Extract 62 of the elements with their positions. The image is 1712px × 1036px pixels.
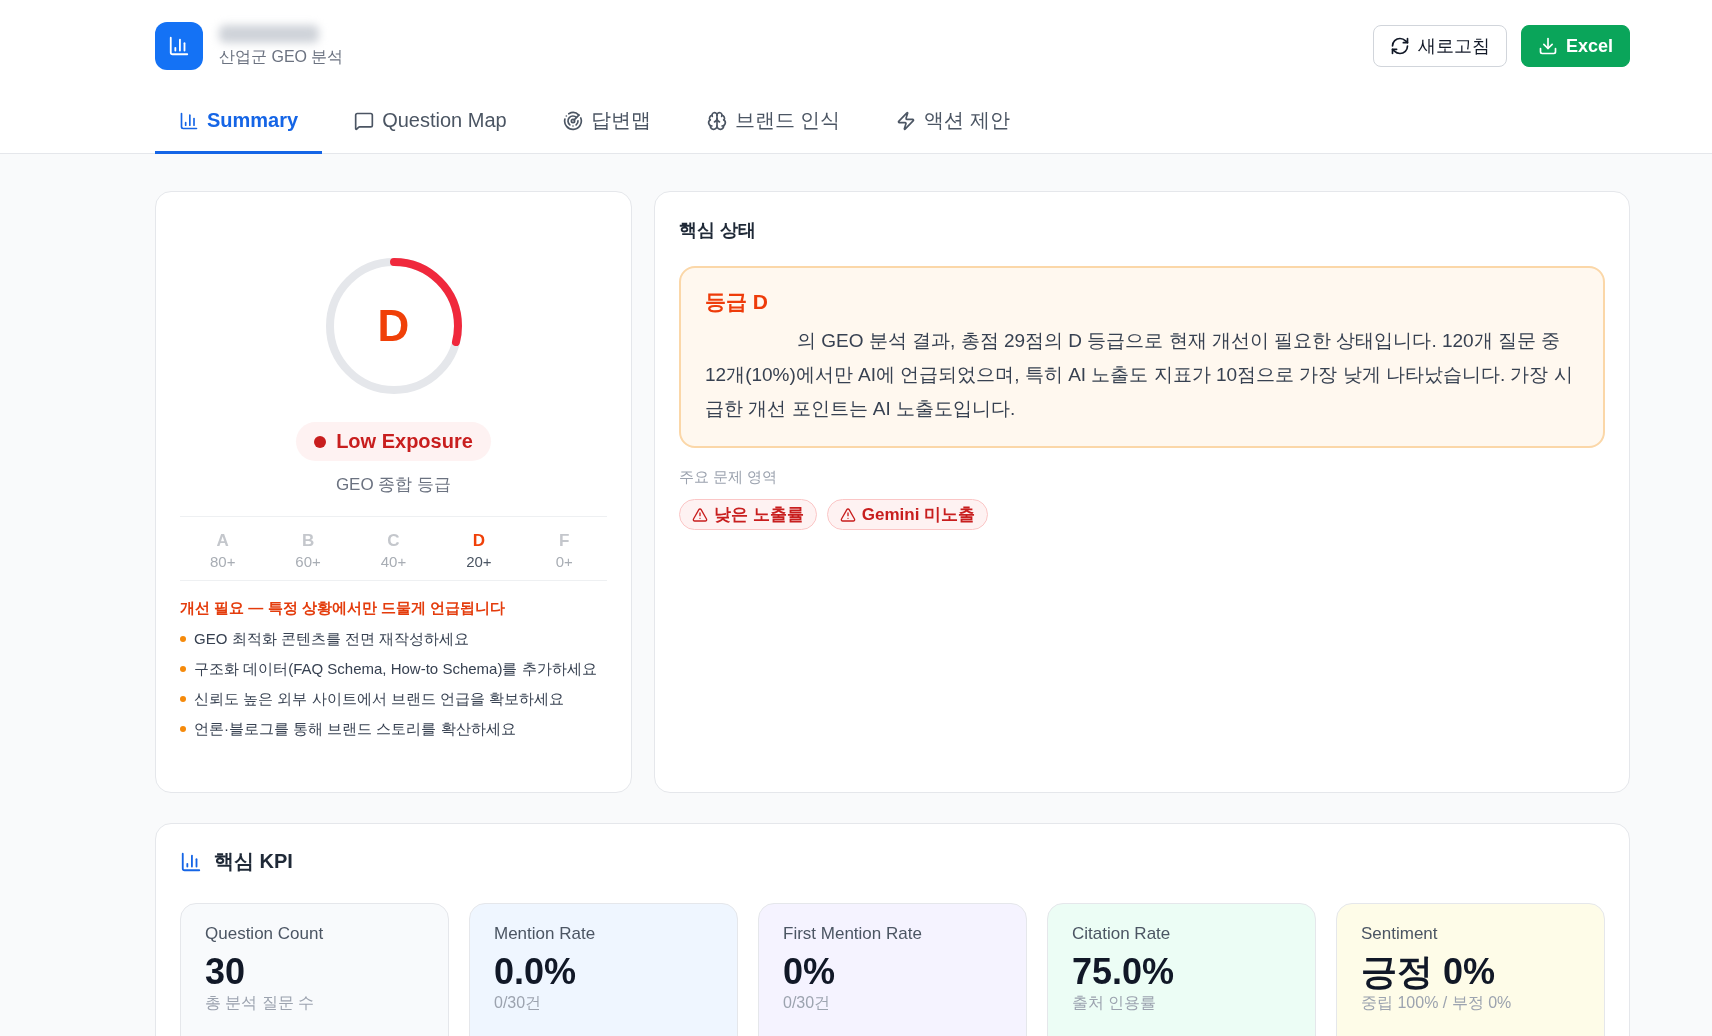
alert-title: 등급 D xyxy=(705,289,769,315)
grade-threshold: 0+ xyxy=(555,553,573,570)
app-logo xyxy=(155,22,203,70)
kpi-note: 출처 인용률 xyxy=(1072,994,1158,1012)
kpi-label: First Mention Rate xyxy=(783,924,923,944)
kpi-label: Question Count xyxy=(205,924,325,944)
grade-label: D xyxy=(472,531,485,551)
tab[interactable]: 답변맵 xyxy=(538,90,675,154)
bullet-icon xyxy=(180,696,186,702)
grade-label: B xyxy=(301,531,315,551)
chart-icon xyxy=(179,110,199,131)
grade-letter: D xyxy=(377,304,410,348)
speech-bubble-icon xyxy=(354,110,375,131)
issue-tag: Gemini 미노출 xyxy=(826,499,989,530)
kpi-note: 총 분석 질문 수 xyxy=(205,994,316,1012)
kpi-value: 0% xyxy=(783,952,837,992)
bullet-icon xyxy=(180,666,186,672)
kpi-note: 중립 100% / 부정 0% xyxy=(1361,994,1513,1012)
grade-threshold: 20+ xyxy=(466,553,492,570)
tab[interactable]: 브랜드 인식 xyxy=(682,90,865,154)
kpi-note: 0/30건 xyxy=(783,994,832,1012)
refresh-button[interactable]: 새로고침 xyxy=(1372,25,1507,67)
grade-label: F xyxy=(559,531,570,551)
issue-tag: 낮은 노출률 xyxy=(679,499,817,530)
tip-text: 구조화 데이터(FAQ Schema, How-to Schema)를 추가하세요 xyxy=(194,659,597,679)
grade-threshold: 80+ xyxy=(209,553,236,570)
tip-text: GEO 최적화 콘텐츠를 전면 재작성하세요 xyxy=(194,629,469,649)
tip-text: 신뢰도 높은 외부 사이트에서 브랜드 언급을 확보하세요 xyxy=(194,689,564,709)
kpi-note: 0/30건 xyxy=(494,994,543,1012)
grade-threshold: 60+ xyxy=(295,553,321,570)
exposure-badge: Low Exposure xyxy=(296,422,491,461)
tab[interactable]: Question Map xyxy=(330,90,531,154)
kpi-value: 75.0% xyxy=(1072,952,1176,992)
lightning-icon xyxy=(896,110,917,131)
tab[interactable]: Summary xyxy=(155,90,323,154)
grade-headline: 개선 필요 — 특정 상황에서만 드물게 언급됩니다 xyxy=(180,599,506,618)
radar-icon xyxy=(562,110,583,131)
issues-label: 주요 문제 영역 xyxy=(679,468,779,487)
bullet-icon xyxy=(180,726,186,732)
tab[interactable]: 액션 제안 xyxy=(872,90,1034,154)
page-subtitle: 산업군 GEO 분석 xyxy=(219,46,344,67)
warning-icon xyxy=(839,506,856,523)
brain-icon xyxy=(706,110,727,131)
kpi-label: Citation Rate xyxy=(1072,924,1172,944)
kpi-value: 30 xyxy=(205,952,247,992)
tip-text: 언론·블로그를 통해 브랜드 스토리를 확산하세요 xyxy=(194,719,516,739)
grade-threshold: 40+ xyxy=(380,553,407,570)
grade-label: C xyxy=(387,531,400,551)
grade-caption: GEO 종합 등급 xyxy=(335,474,452,496)
kpi-value: 긍정 0% xyxy=(1361,952,1497,992)
download-icon xyxy=(1537,36,1558,56)
alert-text: 의 GEO 분석 결과, 총점 29점의 D 등급으로 현재 개선이 필요한 상태입니다. 120개 질문 중 12개(10%)에서만 AI에 언급되었으며, 특히 AI 노출도 지표가 10점으로 가장 낮게 나타났습니다. 가장 시급한 개선 포인트는 AI 노출도입니다. xyxy=(705,329,1574,421)
card-title: 핵심 KPI xyxy=(214,849,293,874)
kpi-value: 0.0% xyxy=(494,952,578,992)
warning-icon xyxy=(692,506,708,523)
refresh-icon xyxy=(1389,36,1410,56)
kpi-label: Sentiment xyxy=(1361,924,1439,944)
chart-icon xyxy=(180,850,202,873)
grade-label: A xyxy=(216,531,229,551)
kpi-label: Mention Rate xyxy=(494,924,597,944)
bullet-icon xyxy=(180,636,186,642)
card-title: 핵심 상태 xyxy=(679,219,757,242)
